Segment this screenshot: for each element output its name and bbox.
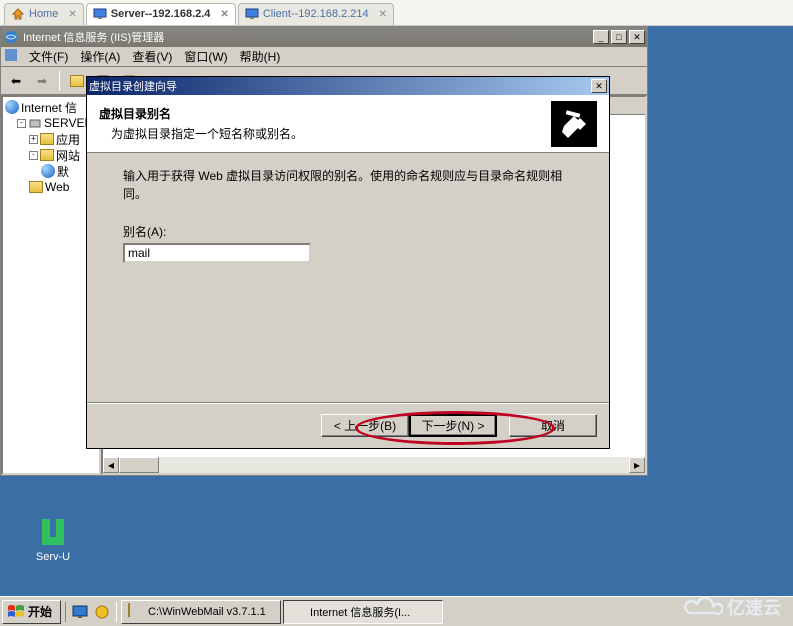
alias-label: 别名(A): — [123, 223, 573, 240]
wizard-step-subtitle: 为虚拟目录指定一个短名称或别名。 — [99, 125, 551, 142]
close-button[interactable]: ✕ — [591, 79, 607, 93]
tab-home[interactable]: Home ✕ — [4, 3, 84, 25]
tree-default-site[interactable]: 默 — [5, 163, 97, 179]
quick-launch-item[interactable] — [92, 602, 112, 622]
maximize-button[interactable]: □ — [611, 30, 627, 44]
tree-server[interactable]: - SERVER — [5, 115, 97, 131]
close-icon[interactable]: ✕ — [379, 9, 387, 20]
collapse-icon[interactable]: - — [29, 151, 38, 160]
iis-icon — [290, 604, 306, 620]
tab-label: Server--192.168.2.4 — [111, 8, 211, 20]
iis-icon — [5, 100, 19, 114]
globe-icon — [41, 164, 55, 178]
close-button[interactable]: ✕ — [629, 30, 645, 44]
quick-launch-item[interactable] — [70, 602, 90, 622]
cancel-button[interactable]: 取消 — [509, 414, 597, 437]
taskbar: 开始 C:\WinWebMail v3.7.1.1 Internet 信息服务(… — [0, 596, 793, 626]
instruction-text: 输入用于获得 Web 虚拟目录访问权限的别名。使用的命名规则应与目录命名规则相同… — [123, 167, 573, 203]
tab-label: Home — [29, 8, 58, 20]
start-label: 开始 — [28, 603, 52, 620]
close-icon[interactable]: ✕ — [220, 9, 228, 20]
window-title: Internet 信息服务 (IIS)管理器 — [23, 29, 164, 45]
virtual-directory-wizard: 虚拟目录创建向导 ✕ 虚拟目录别名 为虚拟目录指定一个短名称或别名。 输入用于获… — [86, 76, 610, 449]
menu-view[interactable]: 查看(V) — [126, 46, 178, 67]
scroll-left-button[interactable]: ◂ — [103, 457, 119, 473]
scroll-thumb[interactable] — [119, 457, 159, 473]
expand-icon[interactable]: + — [29, 135, 38, 144]
minimize-button[interactable]: _ — [593, 30, 609, 44]
iis-icon — [3, 29, 19, 45]
desktop-icon-servu[interactable]: Serv-U — [18, 516, 88, 563]
wizard-step-title: 虚拟目录别名 — [99, 105, 551, 122]
tree-web-ext[interactable]: Web — [5, 179, 97, 195]
wizard-titlebar[interactable]: 虚拟目录创建向导 ✕ — [87, 77, 609, 95]
screen-icon — [93, 7, 107, 21]
tree-root[interactable]: Internet 信 — [5, 99, 97, 115]
taskbar-item-iis[interactable]: Internet 信息服务(I... — [283, 600, 443, 624]
folder-icon — [128, 604, 144, 620]
tree-app-pools[interactable]: + 应用 — [5, 131, 97, 147]
server-icon — [28, 116, 42, 130]
horizontal-scrollbar[interactable]: ◂ ▸ — [103, 457, 645, 473]
screen-icon — [245, 7, 259, 21]
menubar: 文件(F) 操作(A) 查看(V) 窗口(W) 帮助(H) — [1, 47, 647, 67]
forward-button[interactable]: ➡ — [31, 70, 53, 92]
icon-label: Serv-U — [18, 551, 88, 563]
tab-label: Client--192.168.2.214 — [263, 8, 369, 20]
folder-icon — [40, 132, 54, 146]
wizard-header: 虚拟目录别名 为虚拟目录指定一个短名称或别名。 — [87, 95, 609, 153]
collapse-icon[interactable]: - — [17, 119, 26, 128]
task-label: Internet 信息服务(I... — [310, 604, 410, 620]
menu-help[interactable]: 帮助(H) — [234, 46, 287, 67]
quick-launch — [65, 602, 117, 622]
folder-icon — [29, 180, 43, 194]
up-button[interactable] — [66, 70, 88, 92]
servu-icon — [35, 516, 71, 548]
scroll-right-button[interactable]: ▸ — [629, 457, 645, 473]
wizard-body: 输入用于获得 Web 虚拟目录访问权限的别名。使用的命名规则应与目录命名规则相同… — [87, 153, 609, 403]
menu-window[interactable]: 窗口(W) — [178, 46, 233, 67]
task-label: C:\WinWebMail v3.7.1.1 — [148, 606, 266, 618]
windows-flag-icon — [7, 604, 25, 620]
watermark-text: 亿速云 — [727, 594, 781, 620]
watermark: 亿速云 — [683, 594, 781, 620]
back-button[interactable]: < 上一步(B) — [321, 414, 409, 437]
dialog-title: 虚拟目录创建向导 — [89, 78, 177, 94]
start-button[interactable]: 开始 — [2, 600, 61, 624]
next-button[interactable]: 下一步(N) > — [409, 414, 497, 437]
iis-titlebar[interactable]: Internet 信息服务 (IIS)管理器 _ □ ✕ — [1, 27, 647, 47]
alias-input[interactable] — [123, 243, 311, 263]
browser-tab-bar: Home ✕ Server--192.168.2.4 ✕ Client--192… — [0, 0, 793, 26]
app-icon — [5, 49, 17, 64]
tab-client[interactable]: Client--192.168.2.214 ✕ — [238, 3, 394, 25]
home-icon — [11, 7, 25, 21]
tree-websites[interactable]: - 网站 — [5, 147, 97, 163]
menu-file[interactable]: 文件(F) — [23, 46, 74, 67]
wizard-button-row: < 上一步(B) 下一步(N) > 取消 — [87, 403, 609, 447]
folder-icon — [40, 148, 54, 162]
wizard-icon — [551, 101, 597, 147]
back-button[interactable]: ⬅ — [5, 70, 27, 92]
taskbar-item-explorer[interactable]: C:\WinWebMail v3.7.1.1 — [121, 600, 281, 624]
close-icon[interactable]: ✕ — [68, 9, 76, 20]
menu-action[interactable]: 操作(A) — [74, 46, 126, 67]
tab-server[interactable]: Server--192.168.2.4 ✕ — [86, 3, 236, 25]
